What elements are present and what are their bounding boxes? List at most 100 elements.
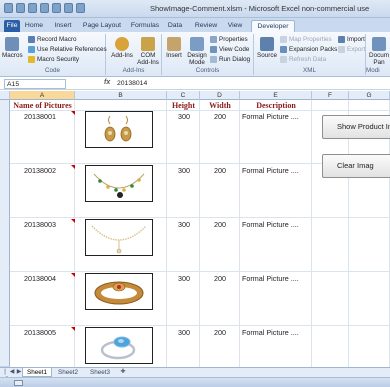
insert-control-label: Insert xyxy=(166,52,182,59)
save-icon[interactable] xyxy=(16,3,25,13)
design-mode-label-2: Mode xyxy=(189,59,205,66)
macro-recording-icon[interactable] xyxy=(14,380,23,386)
comment-picture-gold-bangle[interactable] xyxy=(85,273,153,310)
import-button[interactable]: Import xyxy=(338,36,365,43)
undo-icon[interactable] xyxy=(28,3,37,13)
comment-indicator-icon xyxy=(71,273,75,277)
name-box[interactable]: A15 xyxy=(4,79,66,89)
column-header-c[interactable]: C xyxy=(167,91,200,100)
column-header-g[interactable]: G xyxy=(349,91,390,100)
cell-width[interactable]: 200 xyxy=(214,166,226,175)
show-product-image-button[interactable]: Show Product Im xyxy=(322,115,390,139)
cell-height[interactable]: 300 xyxy=(178,112,190,121)
cell-description[interactable]: Formal Picture .... xyxy=(242,220,299,229)
xml-group: Source Map Properties Expansion Packs Re… xyxy=(254,34,366,75)
cell-description[interactable]: Formal Picture .... xyxy=(242,328,299,337)
properties-button[interactable]: Properties xyxy=(210,36,248,43)
insert-function-icon[interactable]: fx xyxy=(104,79,110,86)
cell-name-of-picture[interactable]: 20138005 xyxy=(24,328,56,337)
cell-name-of-picture[interactable]: 20138003 xyxy=(24,220,56,229)
expansion-packs-icon xyxy=(280,46,287,53)
column-header-f[interactable]: F xyxy=(312,91,349,100)
worksheet-grid[interactable]: ABCDEFG Name of Pictures Height Width De… xyxy=(0,91,390,367)
tab-formulas[interactable]: Formulas xyxy=(128,20,162,32)
map-properties-button[interactable]: Map Properties xyxy=(280,36,332,43)
header-name-of-pictures[interactable]: Name of Pictures xyxy=(10,101,75,110)
refresh-data-button[interactable]: Refresh Data xyxy=(280,56,326,63)
run-dialog-button[interactable]: Run Dialog xyxy=(210,56,250,63)
com-add-ins-icon xyxy=(141,37,155,51)
first-sheet-icon[interactable]: |◀ xyxy=(2,369,8,382)
macros-icon xyxy=(5,37,19,51)
sheet-tab-sheet3[interactable]: Sheet3 xyxy=(86,368,114,377)
expansion-packs-button[interactable]: Expansion Packs xyxy=(280,46,337,53)
use-relative-references-button[interactable]: Use Relative References xyxy=(28,46,107,53)
comment-picture-earrings[interactable] xyxy=(85,111,153,148)
export-button[interactable]: Export xyxy=(338,46,365,53)
design-mode-button[interactable]: Design Mode xyxy=(186,37,208,66)
cell-name-of-picture[interactable]: 20138004 xyxy=(24,274,56,283)
tab-review[interactable]: Review xyxy=(192,20,220,32)
view-code-icon xyxy=(210,46,217,53)
redo-icon[interactable] xyxy=(40,3,49,13)
com-add-ins-button[interactable]: COM Add-Ins xyxy=(136,37,160,66)
column-header-e[interactable]: E xyxy=(240,91,312,100)
tab-home[interactable]: Home xyxy=(20,20,48,32)
customize-qat-icon[interactable] xyxy=(76,3,85,13)
tab-developer[interactable]: Developer xyxy=(251,20,295,32)
cell-height[interactable]: 300 xyxy=(178,274,190,283)
clear-image-button[interactable]: Clear Imag xyxy=(322,154,390,178)
cell-width[interactable]: 200 xyxy=(214,328,226,337)
window-title: ShowImage-Comment.xlsm - Microsoft Excel… xyxy=(150,4,370,13)
prev-sheet-icon[interactable]: ◀ xyxy=(9,369,15,376)
formula-input[interactable]: 20138014 xyxy=(117,79,387,89)
document-panel-button[interactable]: Docum Pan xyxy=(369,37,389,66)
comment-picture-beaded-necklace[interactable] xyxy=(85,165,153,202)
excel-app-icon[interactable] xyxy=(4,3,13,13)
tab-file[interactable]: File xyxy=(4,20,20,32)
import-icon xyxy=(338,36,345,43)
insert-control-button[interactable]: Insert xyxy=(164,37,184,59)
comment-picture-chain-necklace[interactable] xyxy=(85,219,153,256)
column-header-a[interactable]: A xyxy=(10,91,75,100)
header-width[interactable]: Width xyxy=(200,101,240,110)
macro-security-button[interactable]: Macro Security xyxy=(28,56,79,63)
select-all-corner[interactable] xyxy=(0,91,10,100)
cell-description[interactable]: Formal Picture .... xyxy=(242,274,299,283)
view-code-button[interactable]: View Code xyxy=(210,46,249,53)
code-group: Macros Record Macro Use Relative Referen… xyxy=(0,34,107,75)
com-add-ins-label-2: Add-Ins xyxy=(137,59,159,66)
header-height[interactable]: Height xyxy=(167,101,200,110)
tab-data[interactable]: Data xyxy=(164,20,186,32)
cell-name-of-picture[interactable]: 20138001 xyxy=(24,112,56,121)
table-icon[interactable] xyxy=(52,3,61,13)
tab-view[interactable]: View xyxy=(224,20,246,32)
cell-name-of-picture[interactable]: 20138002 xyxy=(24,166,56,175)
cell-width[interactable]: 200 xyxy=(214,220,226,229)
cell-height[interactable]: 300 xyxy=(178,220,190,229)
sheet-tab-sheet1[interactable]: Sheet1 xyxy=(22,368,52,377)
cell-height[interactable]: 300 xyxy=(178,328,190,337)
row-header-strip[interactable] xyxy=(0,100,10,367)
tab-page-layout[interactable]: Page Layout xyxy=(80,20,124,32)
chart-icon[interactable] xyxy=(64,3,73,13)
header-description[interactable]: Description xyxy=(240,101,312,110)
cell-description[interactable]: Formal Picture .... xyxy=(242,166,299,175)
column-gridline xyxy=(199,100,200,367)
add-ins-button[interactable]: Add-Ins xyxy=(110,37,134,59)
com-add-ins-label-1: COM xyxy=(140,52,156,59)
tab-insert[interactable]: Insert xyxy=(50,20,76,32)
sheet-tab-sheet2[interactable]: Sheet2 xyxy=(54,368,82,377)
source-button[interactable]: Source xyxy=(256,37,278,59)
column-header-d[interactable]: D xyxy=(200,91,240,100)
column-header-b[interactable]: B xyxy=(75,91,167,100)
cell-description[interactable]: Formal Picture .... xyxy=(242,112,299,121)
record-macro-button[interactable]: Record Macro xyxy=(28,36,77,43)
cell-height[interactable]: 300 xyxy=(178,166,190,175)
insert-sheet-icon[interactable]: ✚ xyxy=(118,369,128,376)
comment-picture-gemstone-ring[interactable] xyxy=(85,327,153,364)
controls-group: Insert Design Mode Properties View Code … xyxy=(162,34,254,75)
macros-button[interactable]: Macros xyxy=(2,37,23,59)
cell-width[interactable]: 200 xyxy=(214,112,226,121)
cell-width[interactable]: 200 xyxy=(214,274,226,283)
